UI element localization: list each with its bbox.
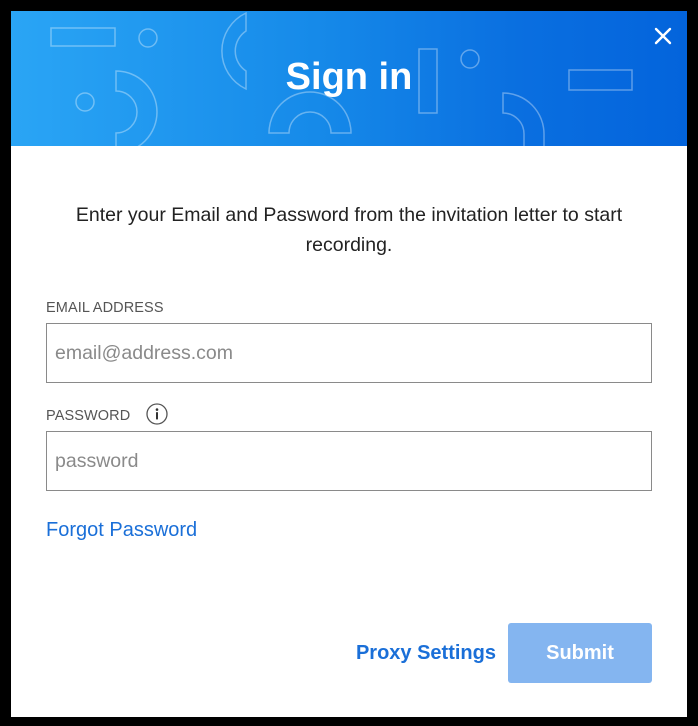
- dialog-title: Sign in: [285, 56, 413, 98]
- password-label: PASSWORD: [46, 408, 131, 424]
- proxy-settings-link[interactable]: Proxy Settings: [316, 640, 496, 666]
- close-icon[interactable]: [652, 25, 674, 47]
- submit-button[interactable]: Submit: [508, 623, 652, 683]
- email-field[interactable]: [46, 323, 652, 383]
- forgot-password-link[interactable]: Forgot Password: [46, 517, 197, 543]
- intro-text: Enter your Email and Password from the i…: [75, 204, 623, 256]
- info-icon[interactable]: [146, 403, 168, 425]
- dialog-header: Sign in: [11, 11, 687, 146]
- sign-in-dialog: Sign in Enter your Email and Password fr…: [11, 11, 687, 717]
- password-field[interactable]: [46, 431, 652, 491]
- email-label: EMAIL ADDRESS: [46, 300, 164, 316]
